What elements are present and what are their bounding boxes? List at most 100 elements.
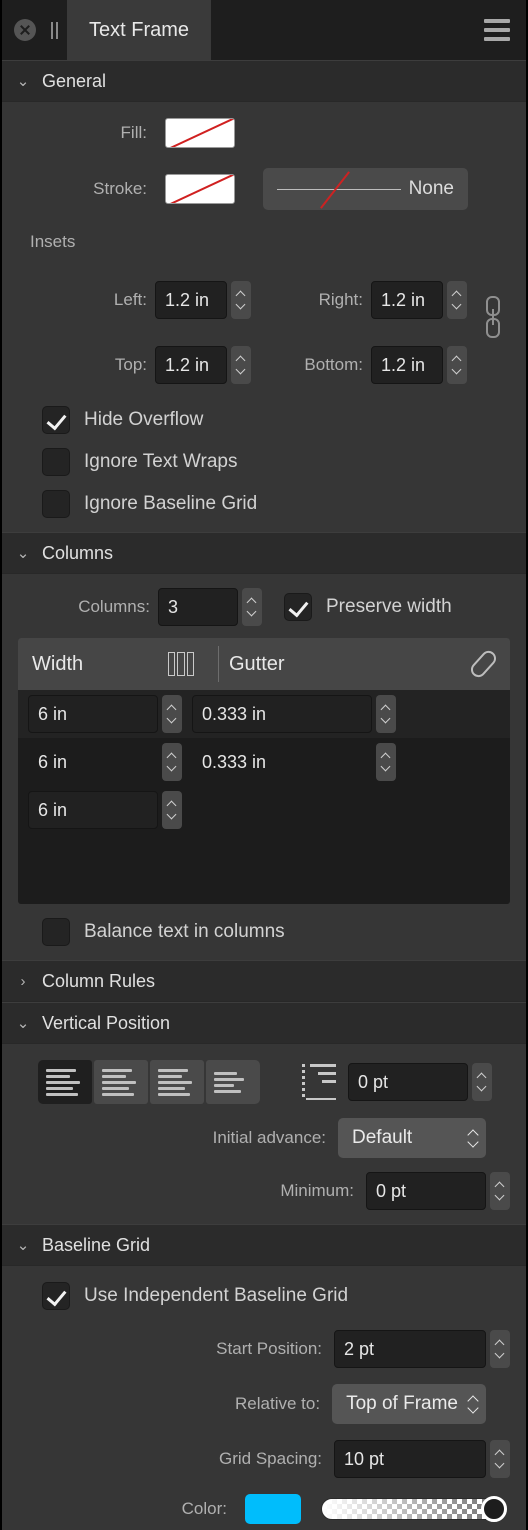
titlebar-spacer [211, 0, 484, 60]
minimum-input[interactable]: 0 pt [366, 1172, 486, 1210]
tab-text-frame[interactable]: Text Frame [67, 0, 212, 60]
first-baseline-offset-input[interactable]: 0 pt [348, 1063, 468, 1101]
column-gutter-input-2[interactable]: 0.333 in [192, 743, 372, 781]
column-gutter-cell: 0.333 in [192, 743, 372, 781]
first-baseline-offset-stepper[interactable] [472, 1063, 492, 1101]
column-gutter-input-1[interactable]: 0.333 in [192, 695, 372, 733]
minimum-label: Minimum: [280, 1181, 354, 1200]
inset-bottom-input[interactable]: 1.2 in [371, 346, 443, 384]
grid-spacing-stepper[interactable] [490, 1440, 510, 1478]
inset-top-stepper[interactable] [231, 346, 251, 384]
baseline-grid-color-swatch[interactable] [245, 1494, 301, 1524]
grid-spacing-row: Grid Spacing: 10 pt [2, 1440, 526, 1478]
ignore-text-wraps-label: Ignore Text Wraps [84, 451, 238, 472]
fill-color-swatch[interactable] [165, 118, 235, 148]
section-header-general[interactable]: ⌄ General [2, 60, 526, 102]
column-width-cell: 6 in [28, 791, 158, 829]
checkbox-balance-text[interactable]: Balance text in columns [42, 918, 526, 946]
minimum-stepper[interactable] [490, 1172, 510, 1210]
stroke-style-dropdown[interactable]: None [263, 168, 468, 210]
column-gutter-stepper-1[interactable] [376, 695, 396, 733]
grid-spacing-label: Grid Spacing: [219, 1449, 322, 1468]
chevron-right-icon: › [20, 972, 26, 990]
checkbox-hide-overflow[interactable]: Hide Overflow [42, 406, 526, 434]
start-position-stepper[interactable] [490, 1330, 510, 1368]
inset-right-input[interactable]: 1.2 in [371, 281, 443, 319]
three-columns-icon[interactable] [168, 652, 208, 676]
section-header-column-rules[interactable]: › Column Rules [2, 960, 526, 1002]
columns-count-stepper[interactable] [242, 588, 262, 626]
chevron-updown-icon [468, 1396, 478, 1412]
chevron-down-icon: ⌄ [16, 1014, 30, 1032]
use-independent-baseline-grid-checkbox[interactable] [42, 1282, 70, 1310]
initial-advance-row: Initial advance: Default [2, 1118, 526, 1158]
preserve-width-checkbox[interactable] [284, 593, 312, 621]
table-row[interactable]: 6 in 0.333 in [18, 690, 510, 738]
start-position-input[interactable]: 2 pt [334, 1330, 486, 1368]
initial-advance-value: Default [352, 1127, 413, 1148]
column-gutter-empty-3 [182, 791, 312, 829]
pencil-icon[interactable] [456, 647, 510, 681]
relative-to-row: Relative to: Top of Frame [2, 1384, 526, 1424]
pause-handle-icon[interactable] [50, 21, 59, 39]
section-title-baseline-grid: Baseline Grid [42, 1234, 151, 1255]
table-row[interactable]: 6 in 0.333 in [18, 738, 510, 786]
panel-menu-button[interactable] [484, 0, 526, 60]
column-width-stepper-2[interactable] [162, 743, 182, 781]
columns-table-empty-area [18, 834, 510, 904]
align-bottom-icon[interactable] [150, 1060, 204, 1104]
checkbox-ignore-baseline-grid[interactable]: Ignore Baseline Grid [42, 490, 526, 518]
header-divider [218, 646, 219, 682]
start-position-row: Start Position: 2 pt [2, 1330, 526, 1368]
tab-label: Text Frame [89, 18, 190, 41]
hide-overflow-label: Hide Overflow [84, 409, 204, 430]
inset-bottom-label: Bottom: [304, 355, 363, 374]
inset-left-label: Left: [113, 290, 147, 309]
section-header-baseline-grid[interactable]: ⌄ Baseline Grid [2, 1224, 526, 1266]
chevron-down-icon: ⌄ [16, 72, 30, 90]
relative-to-select[interactable]: Top of Frame [332, 1384, 486, 1424]
initial-advance-select[interactable]: Default [338, 1118, 486, 1158]
column-gutter-stepper-2[interactable] [376, 743, 396, 781]
inset-left-stepper[interactable] [231, 281, 251, 319]
table-row[interactable]: 6 in [18, 786, 510, 834]
relative-to-label: Relative to: [235, 1394, 321, 1413]
align-justify-icon[interactable] [206, 1060, 260, 1104]
column-width-stepper-3[interactable] [162, 791, 182, 829]
column-width-input-2[interactable]: 6 in [28, 743, 158, 781]
column-width-input-1[interactable]: 6 in [28, 695, 158, 733]
opacity-slider-knob[interactable] [481, 1496, 507, 1522]
inset-left-input[interactable]: 1.2 in [155, 281, 227, 319]
column-width-input-3[interactable]: 6 in [28, 791, 158, 829]
columns-count-input[interactable]: 3 [158, 588, 238, 626]
section-title-vertical-position: Vertical Position [42, 1012, 171, 1033]
hide-overflow-checkbox[interactable] [42, 406, 70, 434]
chain-link-icon[interactable] [485, 296, 501, 338]
section-header-columns[interactable]: ⌄ Columns [2, 532, 526, 574]
checkbox-ignore-text-wraps[interactable]: Ignore Text Wraps [42, 448, 526, 476]
baseline-grid-opacity-slider[interactable] [321, 1496, 507, 1522]
section-header-vertical-position[interactable]: ⌄ Vertical Position [2, 1002, 526, 1044]
column-gutter-cell: 0.333 in [192, 695, 372, 733]
balance-text-checkbox[interactable] [42, 918, 70, 946]
stroke-color-swatch[interactable] [165, 174, 235, 204]
inset-top-input[interactable]: 1.2 in [155, 346, 227, 384]
align-center-icon[interactable] [94, 1060, 148, 1104]
grid-spacing-input[interactable]: 10 pt [334, 1440, 486, 1478]
column-width-stepper-1[interactable] [162, 695, 182, 733]
section-body-general: Fill: Stroke: None Insets Left: 1.2 in R… [2, 102, 526, 532]
checkbox-use-independent-baseline-grid[interactable]: Use Independent Baseline Grid [42, 1282, 526, 1310]
inset-bottom-stepper[interactable] [447, 346, 467, 384]
ignore-baseline-grid-checkbox[interactable] [42, 490, 70, 518]
relative-to-value: Top of Frame [346, 1393, 458, 1414]
hamburger-menu-icon [484, 19, 510, 41]
align-top-icon[interactable] [38, 1060, 92, 1104]
inset-right-stepper[interactable] [447, 281, 467, 319]
close-circle-icon[interactable] [14, 19, 36, 41]
section-title-general: General [42, 70, 107, 91]
use-independent-baseline-grid-label: Use Independent Baseline Grid [84, 1285, 349, 1306]
vertical-align-row: 0 pt [38, 1060, 526, 1104]
ignore-text-wraps-checkbox[interactable] [42, 448, 70, 476]
section-body-columns: Columns: 3 Preserve width Width Gutter 6… [2, 574, 526, 960]
columns-table: Width Gutter 6 in 0.333 in 6 in 0.333 in… [18, 638, 510, 904]
